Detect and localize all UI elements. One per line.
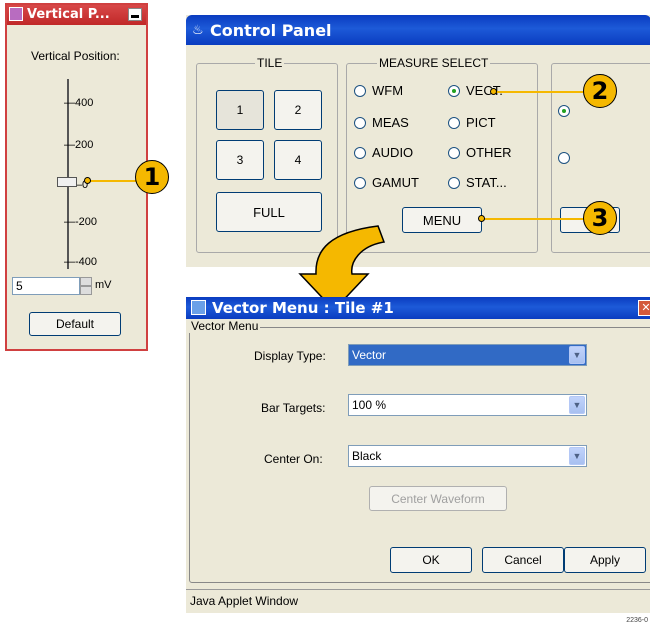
app-icon bbox=[9, 7, 23, 21]
radio-wfm-label: WFM bbox=[372, 83, 404, 98]
bar-targets-value: 100 % bbox=[352, 398, 387, 412]
tick-neg200: —-200 bbox=[64, 216, 98, 228]
vertical-position-label: Vertical Position: bbox=[31, 49, 120, 63]
status-text: Java Applet Window bbox=[190, 594, 299, 608]
callout-3: 3 bbox=[583, 201, 617, 235]
callout-2: 2 bbox=[583, 74, 617, 108]
control-panel-titlebar[interactable]: ♨ Control Panel bbox=[186, 15, 650, 45]
tile-1-button[interactable]: 1 bbox=[216, 90, 264, 130]
callout-1-leader bbox=[88, 180, 140, 182]
radio-audio-dot bbox=[354, 146, 366, 159]
control-panel-window: ♨ Control Panel TILE 1 2 3 4 FULL MEASUR… bbox=[186, 15, 650, 267]
value-text: 5 bbox=[16, 279, 23, 293]
spinner-up-button[interactable] bbox=[80, 277, 92, 286]
center-on-select[interactable]: Black ▼ bbox=[348, 445, 587, 467]
tick-200: —200 bbox=[64, 139, 94, 151]
slider-thumb[interactable] bbox=[57, 177, 77, 187]
minimize-button[interactable] bbox=[128, 8, 142, 21]
display-type-value: Vector bbox=[352, 348, 387, 362]
radio-other-dot bbox=[448, 146, 460, 159]
callout-2-leader bbox=[494, 91, 586, 93]
chevron-down-icon: ▼ bbox=[569, 346, 585, 364]
value-input[interactable]: 5 bbox=[12, 277, 80, 295]
vertical-position-window: Vertical P... Vertical Position: —400 —2… bbox=[5, 3, 148, 351]
callout-1: 1 bbox=[135, 160, 169, 194]
center-on-value: Black bbox=[352, 449, 382, 463]
vertical-window-titlebar[interactable]: Vertical P... bbox=[7, 5, 146, 25]
callout-2-dot bbox=[490, 88, 497, 95]
radio-audio-label: AUDIO bbox=[372, 145, 414, 160]
radio-gamut-label: GAMUT bbox=[372, 175, 419, 190]
spinner-down-button[interactable] bbox=[80, 286, 92, 295]
apply-button[interactable]: Apply bbox=[564, 547, 646, 573]
chevron-down-icon: ▼ bbox=[569, 447, 585, 465]
radio-meas-dot bbox=[354, 116, 366, 129]
vertical-window-title: Vertical P... bbox=[27, 7, 110, 22]
tick-neg400: —-400 bbox=[64, 256, 98, 268]
radio-other[interactable]: OTHER bbox=[448, 145, 512, 160]
vector-menu-title: Vector Menu : Tile #1 bbox=[212, 299, 394, 317]
minimize-icon bbox=[131, 15, 139, 18]
radio-vect-dot bbox=[448, 84, 460, 97]
tile-4-button[interactable]: 4 bbox=[274, 140, 322, 180]
radio-pict-label: PICT bbox=[466, 115, 496, 130]
radio-gamut-dot bbox=[354, 176, 366, 189]
radio-meas[interactable]: MEAS bbox=[354, 115, 409, 130]
partial-radio-2[interactable] bbox=[558, 152, 576, 164]
default-button[interactable]: Default bbox=[29, 312, 121, 336]
close-button[interactable]: ✕ bbox=[638, 300, 650, 316]
radio-stat-label: STAT... bbox=[466, 175, 507, 190]
radio-audio[interactable]: AUDIO bbox=[354, 145, 413, 160]
vector-menu-titlebar[interactable]: Vector Menu : Tile #1 ✕ bbox=[186, 297, 650, 319]
figure-id: 2236-0 bbox=[626, 617, 648, 624]
app-icon bbox=[191, 300, 206, 315]
radio-stat-dot bbox=[448, 176, 460, 189]
center-waveform-button[interactable]: Center Waveform bbox=[369, 486, 507, 511]
callout-3-leader bbox=[482, 218, 586, 220]
control-panel-title: Control Panel bbox=[210, 21, 332, 40]
radio-wfm[interactable]: WFM bbox=[354, 83, 403, 98]
partial-radio-1-dot bbox=[558, 105, 570, 117]
partial-radio-2-dot bbox=[558, 152, 570, 164]
partial-radio-1[interactable] bbox=[558, 105, 576, 117]
chevron-down-icon: ▼ bbox=[569, 396, 585, 414]
java-icon: ♨ bbox=[192, 23, 204, 38]
radio-stat[interactable]: STAT... bbox=[448, 175, 507, 190]
tick-400: —400 bbox=[64, 97, 94, 109]
cancel-button[interactable]: Cancel bbox=[482, 547, 564, 573]
status-bar: Java Applet Window bbox=[186, 589, 650, 613]
tile-3-button[interactable]: 3 bbox=[216, 140, 264, 180]
radio-wfm-dot bbox=[354, 84, 366, 97]
callout-3-dot bbox=[478, 215, 485, 222]
radio-gamut[interactable]: GAMUT bbox=[354, 175, 419, 190]
callout-1-dot bbox=[84, 177, 91, 184]
radio-pict[interactable]: PICT bbox=[448, 115, 496, 130]
ok-button[interactable]: OK bbox=[390, 547, 472, 573]
close-icon: ✕ bbox=[641, 301, 650, 314]
display-type-select[interactable]: Vector ▼ bbox=[348, 344, 587, 366]
measure-select-legend: MEASURE SELECT bbox=[377, 56, 491, 70]
bar-targets-label: Bar Targets: bbox=[261, 401, 326, 415]
radio-meas-label: MEAS bbox=[372, 115, 409, 130]
radio-other-label: OTHER bbox=[466, 145, 512, 160]
radio-pict-dot bbox=[448, 116, 460, 129]
vector-menu-window: Vector Menu : Tile #1 ✕ Vector Menu Disp… bbox=[186, 297, 650, 613]
tile-2-button[interactable]: 2 bbox=[274, 90, 322, 130]
center-on-label: Center On: bbox=[264, 452, 323, 466]
menu-button[interactable]: MENU bbox=[402, 207, 482, 233]
tile-legend: TILE bbox=[255, 56, 285, 70]
display-type-label: Display Type: bbox=[254, 349, 326, 363]
bar-targets-select[interactable]: 100 % ▼ bbox=[348, 394, 587, 416]
vector-menu-legend: Vector Menu bbox=[189, 319, 261, 333]
unit-label: mV bbox=[95, 279, 112, 291]
